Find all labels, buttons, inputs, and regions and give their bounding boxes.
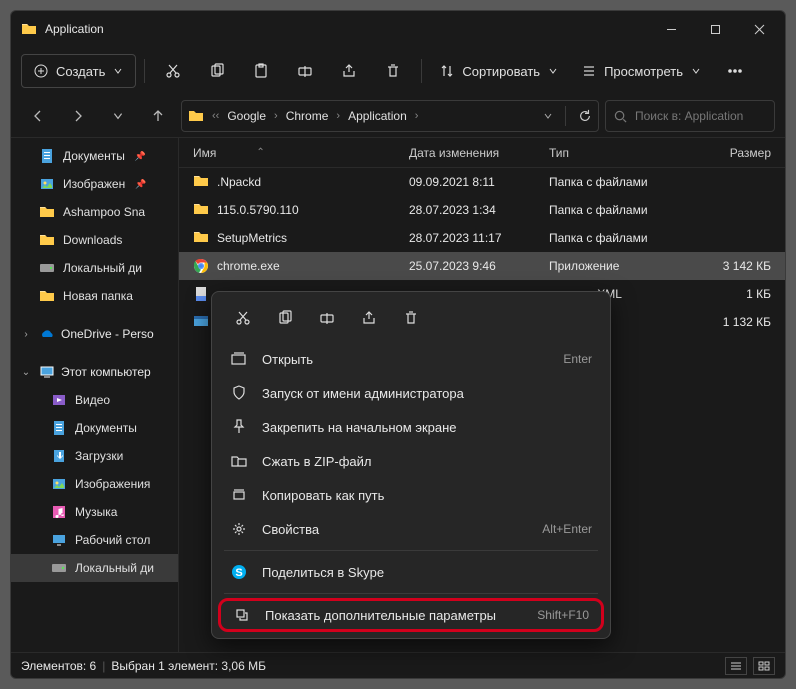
context-menu: ОткрытьEnter Запуск от имени администрат… [211,291,611,639]
sidebar-pc-item[interactable]: Музыка [11,498,178,526]
sidebar-pc-item[interactable]: Рабочий стол [11,526,178,554]
svg-text:S: S [235,567,242,579]
sidebar-thispc[interactable]: ⌄Этот компьютер [11,358,178,386]
col-name[interactable]: Имя⌃ [179,146,409,160]
col-size[interactable]: Размер [679,146,785,160]
sidebar-quick-item[interactable]: Ashampoo Sna [11,198,178,226]
column-headers: Имя⌃ Дата изменения Тип Размер [179,138,785,168]
minimize-button[interactable] [649,14,693,44]
toolbar: Создать Сортировать Просмотреть [11,47,785,95]
chevron-down-icon[interactable] [543,111,553,121]
breadcrumb-seg[interactable]: Chrome [286,109,329,123]
view-button[interactable]: Просмотреть [572,54,711,88]
titlebar: Application [11,11,785,47]
file-row[interactable]: .Npackd 09.09.2021 8:11 Папка с файлами [179,168,785,196]
folder-icon [188,109,204,123]
forward-button[interactable] [61,99,95,133]
selection-info: Выбран 1 элемент: 3,06 МБ [111,659,266,673]
ctx-open[interactable]: ОткрытьEnter [218,342,604,376]
col-date[interactable]: Дата изменения [409,146,549,160]
chevron-down-icon [691,66,701,76]
sidebar-pc-item[interactable]: Изображения [11,470,178,498]
ctx-copy-path[interactable]: Копировать как путь [218,478,604,512]
ctx-share-button[interactable] [350,302,388,334]
sidebar-quick-item[interactable]: Изображен📌 [11,170,178,198]
back-button[interactable] [21,99,55,133]
context-quick-actions [218,298,604,342]
file-row[interactable]: SetupMetrics 28.07.2023 11:17 Папка с фа… [179,224,785,252]
ctx-runas-admin[interactable]: Запуск от имени администратора [218,376,604,410]
ctx-delete-button[interactable] [392,302,430,334]
col-type[interactable]: Тип [549,146,679,160]
sidebar-quick-item[interactable]: Документы📌 [11,142,178,170]
sort-button[interactable]: Сортировать [430,54,568,88]
sidebar-quick-item[interactable]: Downloads [11,226,178,254]
ctx-properties[interactable]: СвойстваAlt+Enter [218,512,604,546]
copy-button[interactable] [197,54,237,88]
status-bar: Элементов: 6 | Выбран 1 элемент: 3,06 МБ [11,652,785,678]
ctx-rename-button[interactable] [308,302,346,334]
ctx-copy-button[interactable] [266,302,304,334]
folder-icon [21,21,37,37]
chevron-down-icon [548,66,558,76]
nav-row: ‹‹ Google › Chrome › Application › Поиск… [11,95,785,137]
sidebar-pc-item[interactable]: Документы [11,414,178,442]
ctx-skype-share[interactable]: SПоделиться в Skype [218,555,604,589]
ctx-show-more-options[interactable]: Показать дополнительные параметрыShift+F… [218,598,604,632]
new-button[interactable]: Создать [21,54,136,88]
window-title: Application [45,22,649,36]
file-row[interactable]: 115.0.5790.110 28.07.2023 1:34 Папка с ф… [179,196,785,224]
sidebar-pc-item[interactable]: Загрузки [11,442,178,470]
refresh-button[interactable] [578,109,592,123]
item-count: Элементов: 6 [21,659,96,673]
breadcrumb-seg[interactable]: Application [348,109,407,123]
breadcrumb[interactable]: ‹‹ Google › Chrome › Application › [181,100,599,132]
recent-button[interactable] [101,99,135,133]
details-view-button[interactable] [725,657,747,675]
breadcrumb-seg[interactable]: Google [227,109,266,123]
chevron-down-icon [113,66,123,76]
share-button[interactable] [329,54,369,88]
cut-button[interactable] [153,54,193,88]
paste-button[interactable] [241,54,281,88]
file-row[interactable]: chrome.exe 25.07.2023 9:46 Приложение 3 … [179,252,785,280]
ctx-cut-button[interactable] [224,302,262,334]
delete-button[interactable] [373,54,413,88]
sidebar-onedrive[interactable]: ›OneDrive - Perso [11,320,178,348]
sidebar-quick-item[interactable]: Локальный ди [11,254,178,282]
rename-button[interactable] [285,54,325,88]
thumb-view-button[interactable] [753,657,775,675]
close-button[interactable] [737,14,781,44]
search-input[interactable]: Поиск в: Application [605,100,775,132]
ctx-compress-zip[interactable]: Сжать в ZIP-файл [218,444,604,478]
sidebar-quick-item[interactable]: Новая папка [11,282,178,310]
sidebar: Документы📌Изображен📌Ashampoo SnaDownload… [11,138,179,652]
search-icon [614,110,627,123]
ctx-pin-start[interactable]: Закрепить на начальном экране [218,410,604,444]
sidebar-pc-item[interactable]: Локальный ди [11,554,178,582]
up-button[interactable] [141,99,175,133]
sidebar-pc-item[interactable]: Видео [11,386,178,414]
more-button[interactable] [715,54,755,88]
maximize-button[interactable] [693,14,737,44]
explorer-window: Application Создать Сортировать Просмотр… [10,10,786,679]
